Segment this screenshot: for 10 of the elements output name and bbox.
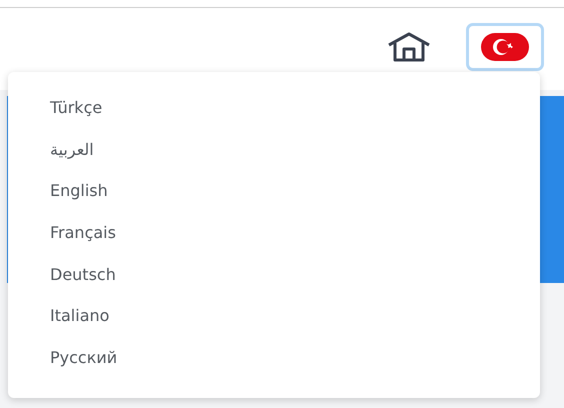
language-option[interactable]: Français [50,223,116,244]
language-option[interactable]: Türkçe [50,98,102,118]
language-option[interactable]: العربية [50,140,94,160]
language-option[interactable]: Italiano [50,306,110,326]
flag-icon [481,33,529,61]
language-button[interactable] [466,23,544,71]
language-option[interactable]: Русский [50,348,118,368]
language-option[interactable]: Deutsch [50,264,116,285]
language-option[interactable]: English [50,181,108,202]
home-icon[interactable] [386,32,432,62]
